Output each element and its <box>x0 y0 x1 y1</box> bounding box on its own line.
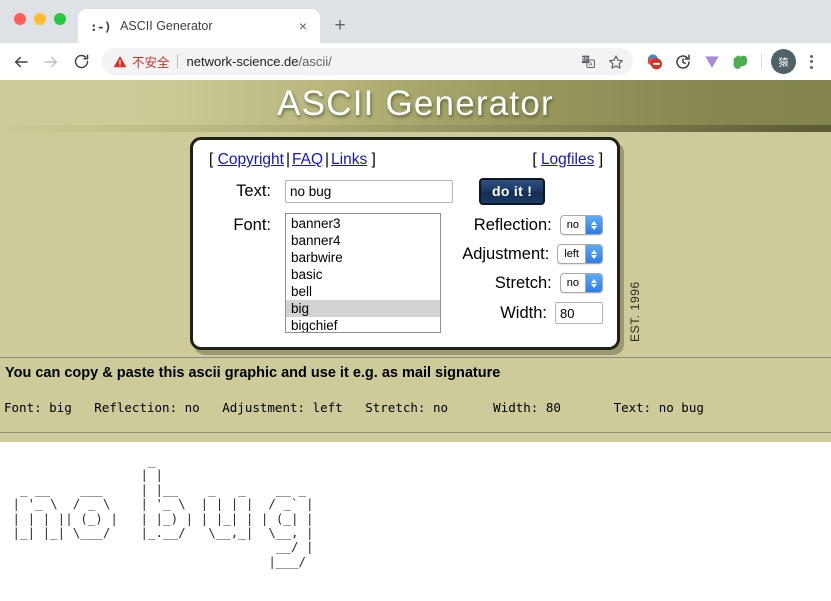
font-option[interactable]: bell <box>286 283 440 300</box>
ascii-art-output[interactable]: _ | | _ __ ___ | |__ _ _ __ _ | '_ \ / _… <box>0 442 831 569</box>
reload-icon[interactable] <box>66 47 96 77</box>
text-label: Text: <box>236 182 271 200</box>
translate-icon[interactable]: \u6587 A <box>575 50 601 74</box>
font-option-selected[interactable]: big <box>286 300 440 317</box>
text-input-row: Text: do it ! <box>209 178 603 205</box>
font-option[interactable]: banner4 <box>286 232 440 249</box>
chrome-menu-icon[interactable] <box>799 49 823 75</box>
url-path: /ascii/ <box>298 54 332 69</box>
stretch-label: Stretch: <box>494 273 552 292</box>
chevron-updown-icon[interactable] <box>585 245 602 263</box>
logfiles-links-group: [ Logfiles ] <box>532 151 603 169</box>
link-faq[interactable]: FAQ <box>292 151 323 168</box>
svg-text:A: A <box>588 62 592 68</box>
reflection-label: Reflection: <box>473 215 552 234</box>
bracket-close-2: ] <box>598 151 603 168</box>
font-option[interactable]: bigchief <box>286 317 440 332</box>
stretch-select[interactable]: no <box>559 273 603 293</box>
font-option[interactable]: barbwire <box>286 249 440 266</box>
text-input[interactable] <box>285 180 453 203</box>
nav-link-bar: [ Copyright | FAQ | Links ] [ Logfiles ] <box>209 151 603 169</box>
site-header-banner: ASCII Generator <box>0 80 831 132</box>
font-option[interactable]: basic <box>286 266 440 283</box>
width-label: Width: <box>500 303 547 322</box>
back-icon[interactable] <box>6 47 36 77</box>
omnibox-divider <box>176 54 178 69</box>
font-option[interactable]: banner3 <box>286 215 440 232</box>
browser-window: :-) ASCII Generator × + 不安全 network-scie… <box>0 0 831 601</box>
font-label: Font: <box>233 216 271 234</box>
chevron-updown-icon[interactable] <box>585 216 602 234</box>
maximize-window-button[interactable] <box>54 13 66 25</box>
reflection-select[interactable]: no <box>559 215 603 235</box>
ascii-output-area: _ | | _ __ ___ | |__ _ _ __ _ | '_ \ / _… <box>0 442 831 601</box>
minimize-window-button[interactable] <box>34 13 46 25</box>
bracket-open: [ <box>209 151 214 168</box>
address-bar[interactable]: 不安全 network-science.de/ascii/ \u6587 A <box>102 48 633 75</box>
bracket-close: ] <box>371 151 376 168</box>
reflection-value: no <box>566 219 579 231</box>
horizontal-rule-bottom <box>0 432 831 433</box>
font-and-options-row: Font: banner3 banner4 barbwire basic bel… <box>209 213 603 333</box>
forward-icon[interactable] <box>36 47 66 77</box>
reflection-row: Reflection: no <box>445 215 603 235</box>
settings-summary-line: Font: big Reflection: no Adjustment: lef… <box>4 400 704 415</box>
new-tab-button[interactable]: + <box>326 12 354 40</box>
bracket-open-2: [ <box>532 151 537 168</box>
stretch-value: no <box>566 277 579 289</box>
url-text: network-science.de/ascii/ <box>187 54 573 69</box>
adjustment-value: left <box>564 248 579 260</box>
browser-toolbar: 不安全 network-science.de/ascii/ \u6587 A <box>0 43 831 80</box>
primary-links-group: [ Copyright | FAQ | Links ] <box>209 151 376 169</box>
generator-form-panel: [ Copyright | FAQ | Links ] [ Logfiles ] Tex… <box>190 137 620 350</box>
smiley-favicon-icon: :-) <box>90 18 112 34</box>
page-title: ASCII Generator <box>277 84 554 123</box>
adjustment-select[interactable]: left <box>557 244 603 264</box>
not-secure-label: 不安全 <box>132 56 170 70</box>
vimium-v-extension-icon[interactable] <box>699 49 725 75</box>
form-panel-inner: [ Copyright | FAQ | Links ] [ Logfiles ] Tex… <box>190 137 620 350</box>
link-separator-1: | <box>285 151 290 168</box>
link-links[interactable]: Links <box>331 151 367 168</box>
est-1996-label: EST. 1996 <box>628 281 642 342</box>
link-logfiles[interactable]: Logfiles <box>541 151 594 168</box>
stretch-row: Stretch: no <box>445 273 603 293</box>
warning-triangle-icon <box>113 55 127 69</box>
options-column: Reflection: no Adjustment: left Stretch:… <box>441 213 603 324</box>
horizontal-rule-top <box>0 357 831 358</box>
link-copyright[interactable]: Copyright <box>218 151 284 168</box>
browser-tab[interactable]: :-) ASCII Generator × <box>78 9 320 43</box>
url-domain: network-science.de <box>186 54 299 69</box>
font-listbox[interactable]: banner3 banner4 barbwire basic bell big … <box>285 213 441 333</box>
width-input[interactable] <box>555 302 603 324</box>
page-content: ASCII Generator [ Copyright | FAQ | Links ] … <box>0 80 831 601</box>
adjustment-row: Adjustment: left <box>445 244 603 264</box>
copy-paste-hint: You can copy & paste this ascii graphic … <box>5 365 501 381</box>
chevron-updown-icon[interactable] <box>585 274 602 292</box>
close-window-button[interactable] <box>14 13 26 25</box>
window-controls <box>14 13 66 25</box>
submit-button[interactable]: do it ! <box>479 178 546 205</box>
evernote-elephant-extension-icon[interactable] <box>728 49 754 75</box>
tab-title: ASCII Generator <box>120 19 213 33</box>
bookmark-star-icon[interactable] <box>603 50 629 74</box>
adblock-extension-icon[interactable] <box>641 49 667 75</box>
adjustment-label: Adjustment: <box>462 244 550 263</box>
width-row: Width: <box>445 302 603 324</box>
tab-strip: :-) ASCII Generator × + <box>0 0 831 43</box>
profile-avatar[interactable]: 猿 <box>771 49 796 74</box>
toolbar-divider <box>761 53 762 70</box>
history-refresh-extension-icon[interactable] <box>670 49 696 75</box>
close-tab-icon[interactable]: × <box>294 17 312 35</box>
link-separator-2: | <box>325 151 330 168</box>
